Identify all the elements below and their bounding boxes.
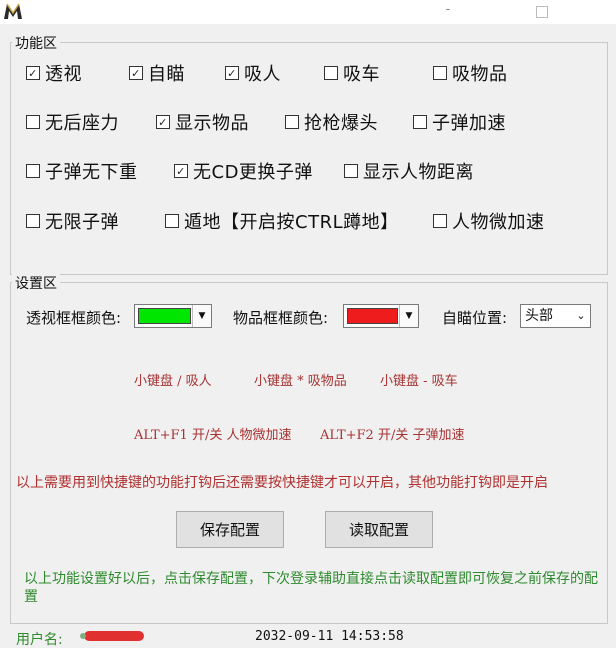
aim-position-value: 头部: [525, 308, 553, 324]
checkbox-label: 抢枪爆头: [304, 113, 378, 134]
checkbox-label: 透视: [45, 64, 82, 85]
chevron-down-icon[interactable]: ▼: [399, 305, 418, 327]
load-config-button[interactable]: 读取配置: [325, 511, 433, 548]
checkbox-player-speed[interactable]: 人物微加速: [433, 208, 545, 234]
aim-position-select[interactable]: 头部 ⌄: [520, 304, 591, 328]
username-redacted: [80, 631, 144, 641]
checkbox-label: 自瞄: [148, 64, 185, 85]
checkbox-label: 显示人物距离: [363, 162, 474, 183]
esp-color-swatch: [138, 308, 191, 324]
hotkey-text: 小键盘 * 吸物品: [254, 374, 347, 389]
checkbox-bullet-speed[interactable]: 子弹加速: [413, 109, 506, 135]
checkbox-label: 无后座力: [45, 113, 119, 134]
checkbox-pull-player[interactable]: ✓ 吸人: [225, 60, 281, 86]
checkbox-label: 子弹加速: [432, 113, 506, 134]
checkbox-box[interactable]: [26, 115, 40, 129]
item-color-swatch: [347, 308, 398, 324]
function-group-title: 功能区: [12, 33, 60, 53]
hotkey-text: 小键盘 / 吸人: [134, 374, 212, 389]
checkbox-pull-items[interactable]: 吸物品: [433, 60, 508, 86]
checkbox-box[interactable]: [433, 66, 447, 80]
checkbox-no-recoil[interactable]: 无后座力: [26, 109, 119, 135]
window-body: 功能区 ✓ 透视 ✓ 自瞄 ✓ 吸人 吸车 吸物品 无后座力 ✓ 显示物品 抢枪爆头 子…: [0, 24, 616, 648]
aim-position-label: 自瞄位置:: [442, 309, 508, 327]
checkbox-pull-vehicle[interactable]: 吸车: [324, 60, 380, 86]
hotkey-text: ALT+F1 开/关 人物微加速: [134, 428, 292, 443]
minimize-button[interactable]: -: [425, 0, 471, 22]
checkbox-box[interactable]: [433, 214, 447, 228]
chevron-down-icon[interactable]: ▼: [192, 305, 211, 327]
checkbox-show-items[interactable]: ✓ 显示物品: [156, 109, 249, 135]
checkbox-label: 吸车: [343, 64, 380, 85]
hotkey-text: 小键盘 - 吸车: [380, 374, 458, 389]
checkbox-box[interactable]: [344, 164, 358, 178]
checkbox-label: 吸人: [244, 64, 281, 85]
save-config-note: 以上功能设置好以后，点击保存配置，下次登录辅助直接点击读取配置即可恢复之前保存的…: [24, 571, 598, 605]
checkbox-box[interactable]: [26, 164, 40, 178]
checkbox-show-distance[interactable]: 显示人物距离: [344, 158, 474, 184]
checkbox-box[interactable]: [413, 115, 427, 129]
checkbox-box[interactable]: [324, 66, 338, 80]
app-logo-icon: [4, 3, 22, 19]
checkbox-label: 无限子弹: [45, 212, 119, 233]
checkmark-icon[interactable]: ✓: [26, 66, 40, 80]
save-config-button[interactable]: 保存配置: [176, 511, 284, 548]
username-label: 用户名:: [16, 632, 63, 648]
checkbox-box[interactable]: [26, 214, 40, 228]
checkbox-label: 人物微加速: [452, 212, 545, 233]
minimize-icon: -: [445, 2, 451, 17]
checkbox-underground[interactable]: 遁地【开启按CTRL蹲地】: [165, 208, 399, 234]
checkbox-esp[interactable]: ✓ 透视: [26, 60, 82, 86]
checkbox-label: 子弹无下重: [45, 162, 138, 183]
checkmark-icon[interactable]: ✓: [156, 115, 170, 129]
esp-color-select[interactable]: ▼: [134, 304, 212, 328]
checkbox-no-cd-reload[interactable]: ✓ 无CD更换子弹: [174, 158, 313, 184]
checkbox-no-bullet-drop[interactable]: 子弹无下重: [26, 158, 138, 184]
esp-color-label: 透视框框颜色:: [26, 309, 122, 327]
hotkey-text: ALT+F2 开/关 子弹加速: [320, 428, 465, 443]
checkmark-icon[interactable]: ✓: [174, 164, 188, 178]
maximize-button[interactable]: [519, 0, 565, 22]
chevron-down-icon[interactable]: ⌄: [572, 305, 590, 327]
maximize-icon: [536, 6, 548, 18]
checkbox-label: 无CD更换子弹: [193, 162, 313, 183]
checkbox-aimbot[interactable]: ✓ 自瞄: [129, 60, 185, 86]
status-bar: 用户名: 2032-09-11 14:53:58: [0, 624, 616, 648]
checkbox-headshot[interactable]: 抢枪爆头: [285, 109, 378, 135]
datetime-display: 2032-09-11 14:53:58: [255, 629, 404, 644]
checkbox-box[interactable]: [285, 115, 299, 129]
checkmark-icon[interactable]: ✓: [129, 66, 143, 80]
title-bar: -: [0, 0, 616, 24]
item-color-select[interactable]: ▼: [343, 304, 419, 328]
checkbox-label: 显示物品: [175, 113, 249, 134]
checkbox-label: 遁地【开启按CTRL蹲地】: [184, 212, 399, 233]
checkbox-label: 吸物品: [452, 64, 508, 85]
checkbox-infinite-ammo[interactable]: 无限子弹: [26, 208, 119, 234]
settings-group-title: 设置区: [12, 273, 60, 293]
item-color-label: 物品框框颜色:: [233, 309, 329, 327]
checkmark-icon[interactable]: ✓: [225, 66, 239, 80]
checkbox-box[interactable]: [165, 214, 179, 228]
hotkey-note: 以上需要用到快捷键的功能打钩后还需要按快捷键才可以开启，其他功能打钩即是开启: [16, 475, 548, 491]
